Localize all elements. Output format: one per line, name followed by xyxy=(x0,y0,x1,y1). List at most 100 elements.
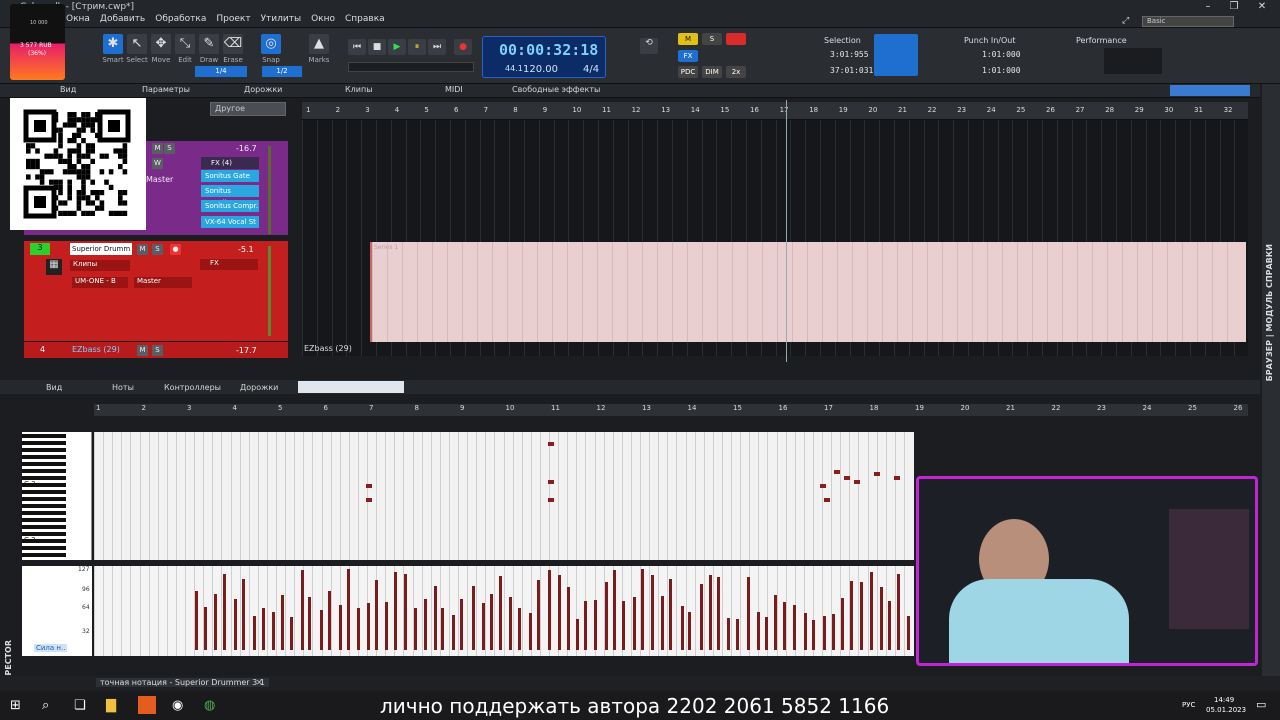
midi-note[interactable] xyxy=(548,480,554,484)
black-key[interactable] xyxy=(22,469,66,473)
velocity-bar[interactable] xyxy=(393,571,397,650)
file-explorer-icon[interactable]: ▇ xyxy=(106,698,116,713)
velocity-bar[interactable] xyxy=(811,619,815,650)
sidebar-label[interactable]: БРАУЗЕР | МОДУЛЬ СПРАВКИ xyxy=(1265,244,1274,381)
velocity-bar[interactable] xyxy=(708,574,712,650)
velocity-bar[interactable] xyxy=(669,578,673,650)
black-key[interactable] xyxy=(22,448,66,452)
velocity-bar[interactable] xyxy=(575,618,579,650)
velocity-bar[interactable] xyxy=(203,607,207,650)
velocity-bar[interactable] xyxy=(252,616,256,650)
velocity-bar[interactable] xyxy=(242,579,246,650)
track3-input[interactable]: UM-ONE - B xyxy=(72,277,128,288)
track-menu-clips[interactable]: Клипы xyxy=(345,85,373,94)
smart-tool-button[interactable]: ✱ xyxy=(103,34,123,54)
track4-solo-button[interactable]: S xyxy=(152,345,163,356)
move-tool-button[interactable]: ✥ xyxy=(151,34,171,54)
black-key[interactable] xyxy=(22,434,66,438)
velocity-bar[interactable] xyxy=(757,612,761,650)
velocity-bar[interactable] xyxy=(860,581,864,650)
velocity-bar[interactable] xyxy=(403,574,407,650)
position-scrubber[interactable] xyxy=(348,62,474,72)
track-3-header[interactable]: 3 Superior Drumm M S ● -5.1 Клипы UM-ONE… xyxy=(24,241,288,341)
velocity-bar[interactable] xyxy=(499,576,503,650)
menu-project[interactable]: Проект xyxy=(216,14,250,28)
staff-view-tab[interactable]: точная нотация - Superior Drummer 3 1 xyxy=(96,678,269,687)
menu-add[interactable]: Добавить xyxy=(100,14,145,28)
track2-solo-button[interactable]: S xyxy=(164,143,175,154)
track3-arm-button[interactable]: ● xyxy=(170,244,181,255)
velocity-bar[interactable] xyxy=(366,602,370,650)
midi-note[interactable] xyxy=(548,442,554,446)
menu-windows[interactable]: Окна xyxy=(66,14,90,28)
forward-button[interactable]: ⏭ xyxy=(428,39,446,55)
midi-note[interactable] xyxy=(824,498,830,502)
velocity-bar[interactable] xyxy=(517,607,521,650)
velocity-bar[interactable] xyxy=(593,599,597,650)
velocity-bar[interactable] xyxy=(557,575,561,650)
velocity-bar[interactable] xyxy=(584,601,588,650)
velocity-bar[interactable] xyxy=(536,580,540,650)
piano-menu-view[interactable]: Вид xyxy=(46,383,62,392)
piano-roll-ruler[interactable]: 1 2 3 4 5 6 7 8 9 10 11 12 13 14 15 16 17 18 19 20 21 22 23 24 2… xyxy=(94,404,1248,416)
black-key[interactable] xyxy=(22,455,66,459)
2x-module[interactable]: 2x xyxy=(726,66,746,78)
view-toggle-buttons[interactable] xyxy=(1170,85,1250,96)
select-tool-button[interactable]: ↖ xyxy=(127,34,147,54)
velocity-bar[interactable] xyxy=(233,598,237,650)
velocity-bar[interactable] xyxy=(651,574,655,650)
track3-solo-button[interactable]: S xyxy=(152,244,163,255)
track-4-header[interactable]: 4 EZbass (29) M S -17.7 xyxy=(24,342,288,358)
midi-note[interactable] xyxy=(874,472,880,476)
velocity-bar[interactable] xyxy=(320,610,324,650)
notifications-icon[interactable]: ▭ xyxy=(1256,698,1266,711)
velocity-bar[interactable] xyxy=(566,586,570,650)
track3-output[interactable]: Master xyxy=(134,277,192,288)
velocity-bar[interactable] xyxy=(880,586,884,650)
black-key[interactable] xyxy=(22,476,66,480)
marks-button[interactable]: ▲ xyxy=(309,34,329,54)
velocity-bar[interactable] xyxy=(774,594,778,650)
mute-module[interactable]: M xyxy=(678,33,698,45)
pause-button[interactable]: ⏸ xyxy=(408,39,426,55)
menu-utilities[interactable]: Утилиты xyxy=(261,14,302,28)
velocity-bar[interactable] xyxy=(746,576,750,650)
track-menu-midi[interactable]: MIDI xyxy=(445,85,463,94)
black-key[interactable] xyxy=(22,518,66,522)
midi-note[interactable] xyxy=(366,484,372,488)
loop-button[interactable]: ⟲ xyxy=(640,38,658,54)
track3-mute-button[interactable]: M xyxy=(137,244,148,255)
selection-start[interactable]: 3:01:955 xyxy=(830,50,869,59)
snap-value2[interactable]: 1/2 xyxy=(262,66,302,77)
fx-module[interactable]: FX xyxy=(678,50,698,62)
track2-mute-button[interactable]: M xyxy=(152,143,163,154)
fx-vx64-vocal[interactable]: VX-64 Vocal St xyxy=(201,216,259,228)
black-key[interactable] xyxy=(22,511,66,515)
track2-volume[interactable]: -16.7 xyxy=(236,144,257,153)
pdc-module[interactable]: PDC xyxy=(678,66,698,78)
chrome-icon[interactable]: ◍ xyxy=(204,698,215,713)
velocity-bar[interactable] xyxy=(661,595,665,650)
piano-roll-grid[interactable] xyxy=(94,432,914,560)
track-menu-tracks[interactable]: Дорожки xyxy=(244,85,282,94)
track4-name[interactable]: EZbass (29) xyxy=(72,345,120,354)
note-duration-buttons[interactable] xyxy=(298,381,404,393)
dim-module[interactable]: DIM xyxy=(702,66,722,78)
velocity-bar[interactable] xyxy=(604,581,608,650)
edit-tool-button[interactable]: ⤡ xyxy=(175,34,195,54)
track-menu-free-effects[interactable]: Свободные эффекты xyxy=(512,85,600,94)
punch-end[interactable]: 1:01:000 xyxy=(982,66,1021,75)
velocity-bar[interactable] xyxy=(195,590,199,650)
minimize-icon[interactable]: – xyxy=(1196,1,1220,13)
velocity-bar[interactable] xyxy=(460,598,464,650)
restore-icon[interactable]: ❐ xyxy=(1222,1,1246,13)
black-key[interactable] xyxy=(22,483,66,487)
velocity-bar[interactable] xyxy=(528,613,532,650)
rewind-button[interactable]: ⏮ xyxy=(348,39,366,55)
velocity-bar[interactable] xyxy=(451,615,455,650)
track2-write-button[interactable]: W xyxy=(152,158,163,169)
track-menu-options[interactable]: Параметры xyxy=(142,85,190,94)
velocity-bar[interactable] xyxy=(222,574,226,650)
punch-start[interactable]: 1:01:000 xyxy=(982,50,1021,59)
velocity-bar[interactable] xyxy=(356,607,360,650)
